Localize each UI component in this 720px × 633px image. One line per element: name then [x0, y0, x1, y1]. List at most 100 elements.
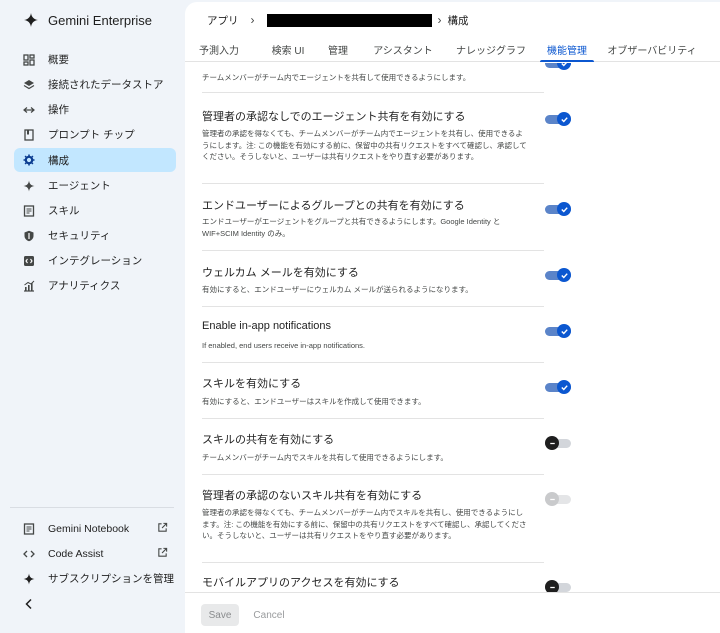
sidebar-item-label: 操作 [48, 104, 69, 116]
toggle-welcome-email[interactable] [545, 268, 571, 282]
sidebar-item-label: プロンプト チップ [48, 129, 135, 141]
chevron-left-icon [22, 597, 36, 611]
setting-skills: スキルを有効にする 有効にすると、エンドユーザーはスキルを作成して使用できます。 [202, 363, 571, 419]
main-panel: アプリ › › 構成 予測入力 検索 UI 管理 アシスタント ナレッジグラフ … [185, 2, 720, 633]
toggle-skills[interactable] [545, 380, 571, 394]
setting-mobile-app-access: モバイルアプリのアクセスを有効にする [202, 563, 571, 592]
breadcrumb: アプリ › › 構成 [185, 2, 720, 38]
tab-search-ui[interactable]: 検索 UI [259, 38, 317, 61]
setting-title: Enable in-app notifications [202, 320, 332, 332]
setting-title: エンドユーザーによるグループとの共有を有効にする [202, 200, 465, 212]
breadcrumb-apps-link[interactable]: アプリ [207, 13, 239, 28]
check-icon [557, 268, 571, 282]
chevron-right-icon: › [437, 13, 442, 27]
toggle-mobile-app-access[interactable] [545, 580, 571, 592]
setting-description: 管理者の承認を得なくても、チームメンバーがチーム内でエージェントを共有し、使用で… [202, 129, 527, 161]
toggle-in-app-notifications[interactable] [545, 324, 571, 338]
tab-bar: 予測入力 検索 UI 管理 アシスタント ナレッジグラフ 機能管理 オブザーバビ… [185, 38, 720, 62]
toggle-agent-sharing-without-approval[interactable] [545, 112, 571, 126]
cancel-button[interactable]: Cancel [247, 604, 291, 626]
setting-title: スキルの共有を有効にする [202, 434, 335, 446]
setting-description: エンドユーザーがエージェントをグループと共有できるようにします。Google I… [202, 217, 501, 238]
sidebar-item-security[interactable]: セキュリティ [14, 224, 176, 247]
setting-agent-sharing-without-approval: 管理者の承認なしでのエージェント共有を有効にする 管理者の承認を得なくても、チー… [202, 93, 571, 184]
setting-description: チームメンバーがチーム内でエージェントを共有して使用できるようにします。 [202, 73, 471, 82]
minus-icon [545, 580, 559, 592]
sidebar-item-label: 構成 [48, 154, 69, 167]
sidebar-item-code-assist[interactable]: Code Assist [0, 541, 184, 566]
check-icon [557, 202, 571, 216]
sidebar-divider [10, 507, 174, 508]
tab-autocomplete[interactable]: 予測入力 [199, 38, 239, 61]
sidebar-item-label: インテグレーション [48, 255, 143, 267]
save-button[interactable]: Save [201, 604, 239, 626]
tab-assistant[interactable]: アシスタント [373, 38, 433, 61]
dashboard-icon [22, 53, 36, 67]
sidebar: Gemini Enterprise 概要 接続されたデータストア 操作 プロンプ… [0, 0, 184, 633]
sidebar-item-manage-subscription[interactable]: サブスクリプションを管理 [0, 566, 184, 591]
setting-title: モバイルアプリのアクセスを有効にする [202, 577, 400, 589]
sparkle-icon [22, 572, 36, 586]
sidebar-item-overview[interactable]: 概要 [14, 48, 176, 71]
sidebar-item-label: Code Assist [48, 547, 104, 560]
setting-title: 管理者の承認なしでのエージェント共有を有効にする [202, 111, 466, 123]
settings-list: チームメンバーがチーム内でエージェントを共有して使用できるようにします。 管理者… [185, 63, 720, 592]
sidebar-nav: 概要 接続されたデータストア 操作 プロンプト チップ 構成 エージェント スキ… [0, 48, 184, 297]
tab-knowledge-graph[interactable]: ナレッジグラフ [456, 38, 526, 61]
arrows-icon [22, 103, 36, 117]
form-footer: Save Cancel [185, 592, 720, 633]
toggle-agent-sharing[interactable] [545, 63, 571, 70]
chevron-right-icon: › [250, 13, 255, 27]
bookmark-icon [22, 128, 36, 142]
setting-description: チームメンバーがチーム内でスキルを共有して使用できるようにします。 [202, 453, 448, 462]
tab-observability[interactable]: オブザーバビリティ [606, 38, 698, 61]
setting-title: 管理者の承認のないスキル共有を有効にする [202, 490, 423, 502]
notebook-icon [22, 522, 36, 536]
sidebar-item-skills[interactable]: スキル [14, 199, 176, 222]
datastore-icon [22, 78, 36, 92]
sidebar-item-label: サブスクリプションを管理 [48, 573, 174, 585]
sidebar-item-agents[interactable]: エージェント [14, 174, 176, 197]
toggle-group-sharing[interactable] [545, 202, 571, 216]
toggle-skill-sharing-without-approval[interactable] [545, 492, 571, 506]
minus-icon [545, 492, 559, 506]
toggle-skill-sharing[interactable] [545, 436, 571, 450]
sidebar-item-label: 概要 [48, 54, 69, 66]
setting-agent-sharing: チームメンバーがチーム内でエージェントを共有して使用できるようにします。 [202, 63, 571, 93]
gemini-sparkle-icon [24, 13, 38, 27]
sidebar-item-prompt-tips[interactable]: プロンプト チップ [14, 123, 176, 146]
sidebar-item-label: エージェント [48, 180, 111, 192]
sparkle-icon [22, 179, 36, 193]
sidebar-item-gemini-notebook[interactable]: Gemini Notebook [0, 516, 184, 541]
sidebar-item-actions[interactable]: 操作 [14, 98, 176, 121]
setting-description: If enabled, end users receive in-app not… [202, 341, 366, 350]
setting-description: 有効にすると、エンドユーザーにウェルカム メールが送られるようになります。 [202, 285, 473, 294]
sidebar-item-datastores[interactable]: 接続されたデータストア [14, 73, 176, 96]
sidebar-item-configuration[interactable]: 構成 [14, 148, 176, 172]
setting-skill-sharing-without-approval: 管理者の承認のないスキル共有を有効にする 管理者の承認を得なくても、チームメンバ… [202, 475, 571, 563]
sidebar-item-integrations[interactable]: インテグレーション [14, 249, 176, 272]
gear-icon [22, 153, 36, 167]
analytics-icon [22, 279, 36, 293]
app-title: Gemini Enterprise [48, 12, 153, 28]
check-icon [557, 63, 571, 70]
setting-title: スキルを有効にする [202, 378, 302, 390]
sidebar-item-label: アナリティクス [48, 280, 121, 292]
tab-admin[interactable]: 管理 [327, 38, 349, 61]
sidebar-item-label: スキル [48, 205, 80, 217]
sidebar-item-analytics[interactable]: アナリティクス [14, 274, 176, 297]
shield-icon [22, 229, 36, 243]
collapse-sidebar-button[interactable] [0, 591, 184, 616]
integration-icon [22, 254, 36, 268]
setting-title: ウェルカム メールを有効にする [202, 267, 359, 279]
setting-description: 管理者の承認を得なくても、チームメンバーがチーム内でスキルを共有し、使用できるよ… [202, 508, 527, 540]
minus-icon [545, 436, 559, 450]
setting-welcome-email: ウェルカム メールを有効にする 有効にすると、エンドユーザーにウェルカム メール… [202, 251, 571, 307]
setting-group-sharing: エンドユーザーによるグループとの共有を有効にする エンドユーザーがエージェントを… [202, 184, 571, 251]
tab-feature-management[interactable]: 機能管理 [540, 38, 594, 62]
redacted-app-name[interactable] [266, 13, 432, 27]
external-link-icon [158, 522, 168, 532]
sidebar-bottom-nav: Gemini Notebook Code Assist サブスクリプションを管理 [0, 516, 184, 616]
sidebar-item-label: セキュリティ [48, 230, 111, 242]
brand[interactable]: Gemini Enterprise [0, 0, 184, 40]
